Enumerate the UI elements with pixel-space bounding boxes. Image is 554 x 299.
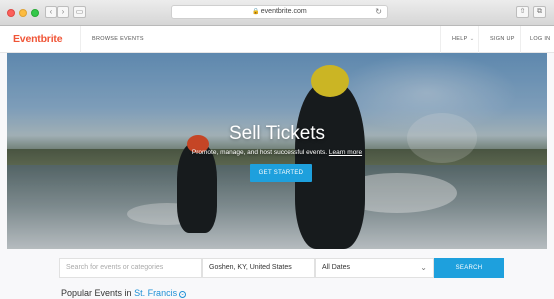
minimize-window-icon[interactable] <box>19 9 27 17</box>
header-divider <box>440 26 441 53</box>
share-button[interactable]: ⇧ <box>516 6 529 18</box>
hero-subtitle: Promote, manage, and host successful eve… <box>7 149 547 156</box>
back-button[interactable]: ‹ <box>45 6 57 18</box>
date-select[interactable]: All Dates ⌄ <box>315 258 434 278</box>
chevron-down-icon: ⌄ <box>420 263 427 272</box>
get-started-button[interactable]: GET STARTED <box>250 164 312 182</box>
log-in-link[interactable]: LOG IN <box>530 36 550 42</box>
hero-subtitle-text: Promote, manage, and host successful eve… <box>191 149 328 156</box>
forward-button[interactable]: › <box>57 6 69 18</box>
search-button[interactable]: SEARCH <box>434 258 504 278</box>
popular-events-heading: Popular Events in St. Francis ⌄ <box>61 288 187 298</box>
search-input[interactable]: Search for events or categories <box>59 258 202 278</box>
date-select-value: All Dates <box>322 264 351 271</box>
learn-more-link[interactable]: Learn more <box>329 149 362 156</box>
sidebar-toggle-button[interactable]: ▭ <box>73 6 86 18</box>
header-divider <box>520 26 521 53</box>
show-tabs-button[interactable]: ⧉ <box>533 6 546 18</box>
zoom-window-icon[interactable] <box>31 9 39 17</box>
location-field[interactable]: Goshen, KY, United States <box>202 258 315 278</box>
close-window-icon[interactable] <box>7 9 15 17</box>
header-divider <box>80 26 81 53</box>
eventbrite-logo[interactable]: Eventbrite <box>13 33 63 45</box>
address-bar[interactable]: 🔒eventbrite.com ↻ <box>171 5 388 19</box>
hero-title: Sell Tickets <box>228 123 326 144</box>
browser-toolbar: ‹ › ▭ 🔒eventbrite.com ↻ ⇧ ⧉ <box>0 0 554 26</box>
browse-events-link[interactable]: BROWSE EVENTS <box>92 36 144 42</box>
help-label: HELP <box>452 36 468 42</box>
sign-up-link[interactable]: SIGN UP <box>490 36 515 42</box>
chevron-down-icon: ⌄ <box>469 36 475 42</box>
reload-icon[interactable]: ↻ <box>375 6 382 18</box>
help-menu[interactable]: HELP ⌄ <box>452 36 475 42</box>
change-city-icon[interactable]: ⌄ <box>179 291 187 298</box>
hero-banner: Sell Tickets Promote, manage, and host s… <box>7 53 547 249</box>
popular-events-prefix: Popular Events in <box>61 288 132 298</box>
header-divider <box>478 26 479 53</box>
site-header: Eventbrite BROWSE EVENTS HELP ⌄ SIGN UP L… <box>0 26 554 53</box>
popular-city-link[interactable]: St. Francis <box>134 288 177 298</box>
lock-icon: 🔒 <box>252 9 260 15</box>
address-url: eventbrite.com <box>260 8 307 15</box>
